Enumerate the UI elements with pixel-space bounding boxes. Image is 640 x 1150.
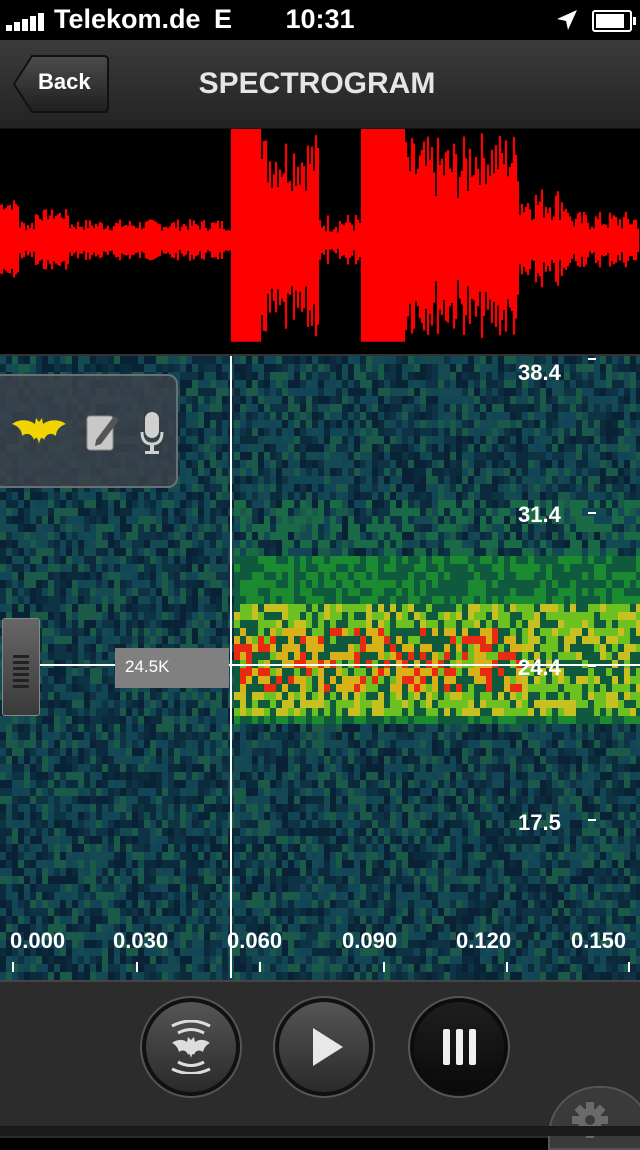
frequency-tick — [588, 665, 596, 667]
play-button[interactable] — [275, 998, 373, 1096]
frequency-label: 24.4 — [518, 655, 561, 680]
location-arrow-icon — [557, 10, 577, 30]
time-tick — [12, 962, 14, 972]
clock: 10:31 — [285, 4, 355, 34]
time-tick — [628, 962, 630, 972]
time-label: 0.000 — [10, 928, 66, 953]
waveform-view — [0, 129, 640, 354]
time-label: 0.090 — [342, 928, 398, 953]
tool-panel — [0, 374, 178, 488]
time-tick — [383, 962, 385, 972]
frequency-tick — [588, 819, 596, 821]
time-tick — [506, 962, 508, 972]
frequency-label: 31.4 — [518, 502, 561, 527]
pause-icon — [443, 1029, 476, 1065]
note-icon[interactable] — [86, 412, 120, 452]
waveform-trace — [0, 129, 640, 342]
frequency-tick — [588, 358, 596, 360]
play-icon — [313, 1028, 343, 1066]
bat-signal-icon — [171, 1020, 211, 1074]
playback-toolbar — [0, 980, 640, 1150]
settings-button[interactable] — [548, 1086, 640, 1150]
time-label: 0.060 — [227, 928, 283, 953]
frequency-label: 38.4 — [518, 360, 561, 385]
battery-icon — [592, 10, 636, 32]
frequency-readout: 24.5K — [115, 648, 229, 688]
time-tick — [259, 962, 261, 972]
navigation-bar: Back SPECTROGRAM — [0, 40, 640, 129]
time-label: 0.120 — [456, 928, 512, 953]
microphone-icon[interactable] — [140, 412, 164, 456]
spectrogram-view[interactable]: 24.5K 38.4 31.4 24.4 17.5 0.000 0.030 0.… — [0, 356, 640, 980]
time-label: 0.150 — [571, 928, 627, 953]
bat-icon[interactable] — [10, 416, 68, 446]
frequency-tick — [588, 512, 596, 514]
bat-signal-button[interactable] — [142, 998, 240, 1096]
time-tick — [136, 962, 138, 972]
pause-button[interactable] — [410, 998, 508, 1096]
bottom-edge — [0, 1126, 640, 1136]
time-label: 0.030 — [113, 928, 169, 953]
frequency-readout-value: 24.5K — [125, 657, 170, 676]
frequency-drag-handle[interactable] — [2, 618, 40, 716]
status-bar: Telekom.de E 10:31 — [0, 0, 640, 40]
page-title: SPECTROGRAM — [198, 67, 436, 100]
time-cursor-line[interactable] — [230, 356, 232, 978]
frequency-label: 17.5 — [518, 810, 561, 835]
